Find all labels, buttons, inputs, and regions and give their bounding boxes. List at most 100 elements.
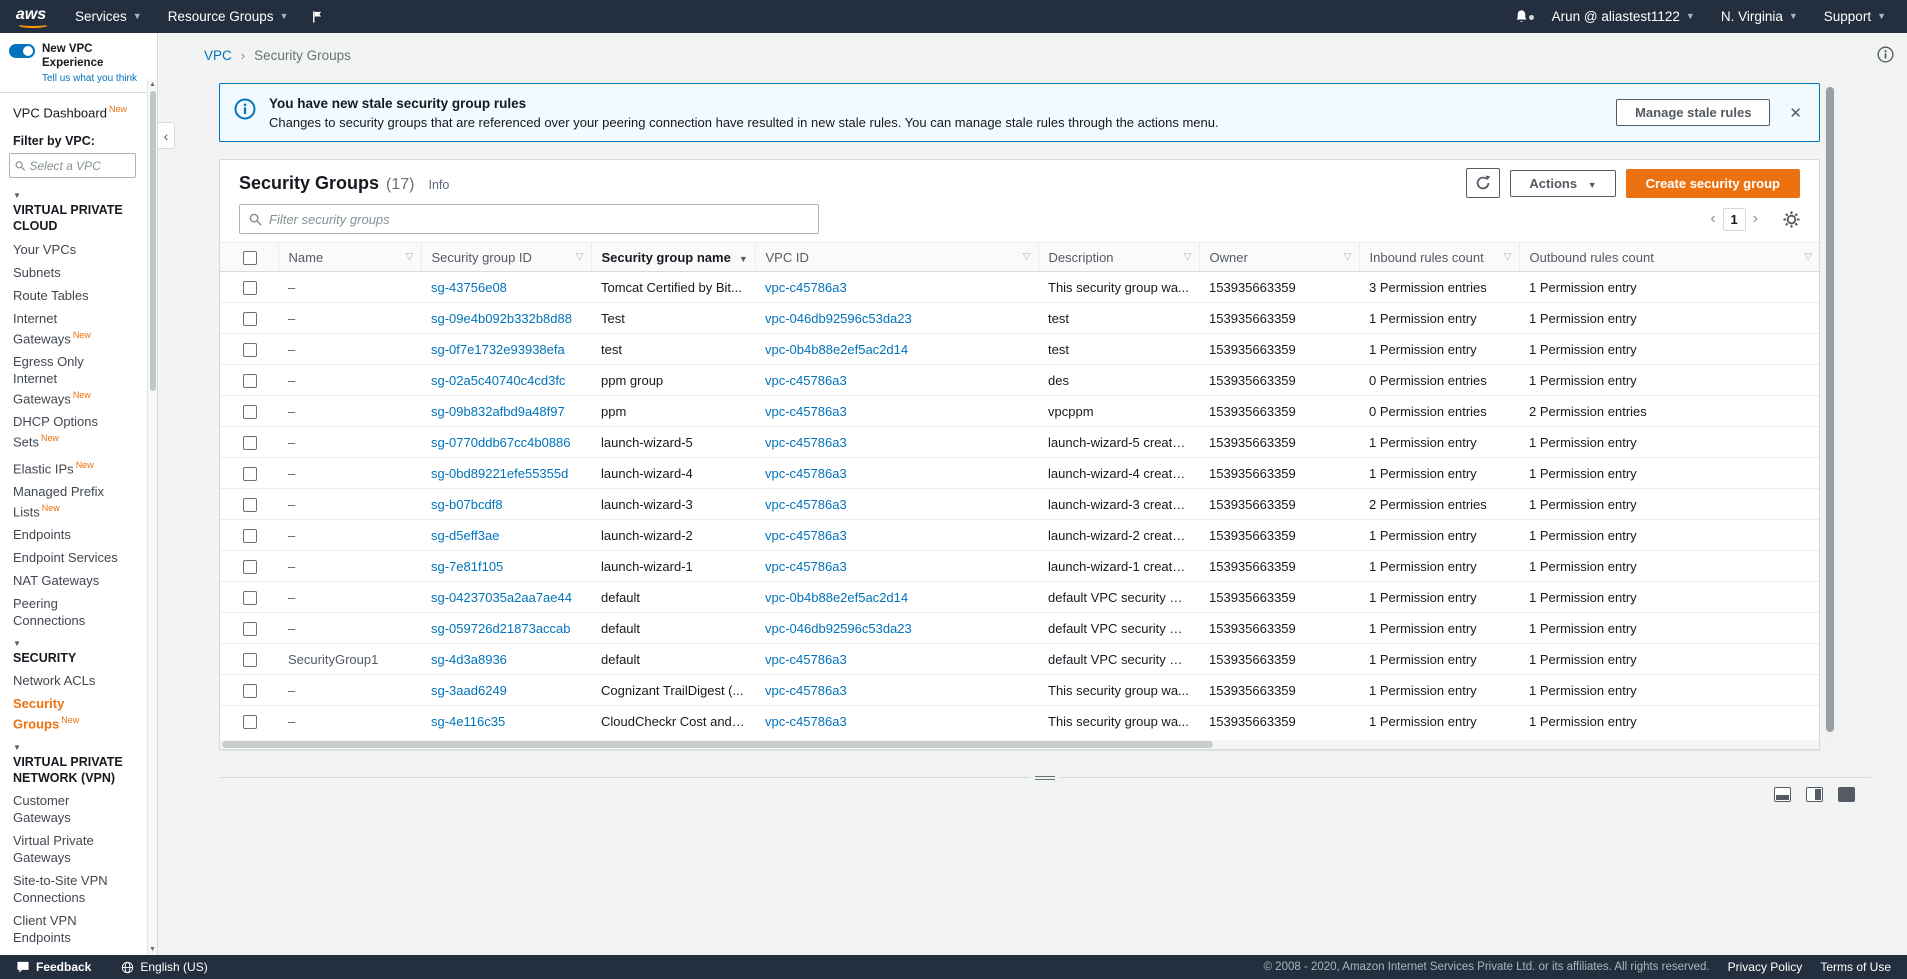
column-filter-icon[interactable]: ▽ <box>406 252 414 263</box>
section-collapse-icon[interactable]: ▼ <box>0 188 148 200</box>
security-group-id-link[interactable]: sg-4d3a8936 <box>431 652 507 667</box>
security-group-id-link[interactable]: sg-0f7e1732e93938efa <box>431 342 565 357</box>
actions-dropdown-button[interactable]: Actions ▼ <box>1510 170 1615 197</box>
column-header-outbound-rules-count[interactable]: Outbound rules count▽ <box>1519 243 1819 272</box>
table-filter-box[interactable] <box>239 204 819 234</box>
sidebar-item-security-groups[interactable]: Security GroupsNew <box>0 692 148 735</box>
row-checkbox[interactable] <box>243 560 257 574</box>
help-panel-button[interactable] <box>1877 46 1894 68</box>
next-page-icon[interactable]: › <box>1746 210 1765 228</box>
row-checkbox[interactable] <box>243 281 257 295</box>
sidebar-item-endpoint-services[interactable]: Endpoint Services <box>0 546 148 569</box>
sidebar-item-vpc-dashboard[interactable]: VPC DashboardNew <box>0 93 148 122</box>
security-group-id-link[interactable]: sg-4e116c35 <box>431 714 505 729</box>
sidebar-item-customer-gateways[interactable]: Customer Gateways <box>0 789 148 829</box>
security-group-id-link[interactable]: sg-02a5c40740c4cd3fc <box>431 373 565 388</box>
row-checkbox[interactable] <box>243 405 257 419</box>
refresh-button[interactable] <box>1466 168 1500 198</box>
security-group-id-link[interactable]: sg-059726d21873accab <box>431 621 571 636</box>
info-link[interactable]: Info <box>429 178 450 192</box>
column-filter-icon[interactable]: ▽ <box>576 252 584 263</box>
security-group-id-link[interactable]: sg-43756e08 <box>431 280 507 295</box>
sidebar-item-elastic-ips[interactable]: Elastic IPsNew <box>0 454 148 480</box>
section-collapse-icon[interactable]: ▼ <box>0 636 148 648</box>
security-group-id-link[interactable]: sg-09e4b092b332b8d88 <box>431 311 572 326</box>
security-group-id-link[interactable]: sg-3aad6249 <box>431 683 507 698</box>
column-header-inbound-rules-count[interactable]: Inbound rules count▽ <box>1359 243 1519 272</box>
current-page-button[interactable]: 1 <box>1723 208 1746 231</box>
vpc-id-link[interactable]: vpc-c45786a3 <box>765 497 847 512</box>
split-panel-hide-icon[interactable] <box>1838 787 1855 802</box>
security-group-id-link[interactable]: sg-d5eff3ae <box>431 528 499 543</box>
vpc-filter-input[interactable] <box>29 159 130 173</box>
column-filter-icon[interactable]: ▽ <box>1504 252 1512 263</box>
row-checkbox[interactable] <box>243 498 257 512</box>
scrollbar-thumb[interactable] <box>150 91 156 391</box>
security-group-id-link[interactable]: sg-09b832afbd9a48f97 <box>431 404 565 419</box>
row-checkbox[interactable] <box>243 529 257 543</box>
vpc-id-link[interactable]: vpc-c45786a3 <box>765 683 847 698</box>
experience-subtitle[interactable]: Tell us what you think <box>42 73 142 84</box>
previous-page-icon[interactable]: ‹ <box>1703 210 1722 228</box>
sidebar-item-endpoints[interactable]: Endpoints <box>0 523 148 546</box>
vpc-id-link[interactable]: vpc-c45786a3 <box>765 404 847 419</box>
sidebar-item-internet-gateways[interactable]: Internet GatewaysNew <box>0 307 148 350</box>
row-checkbox[interactable] <box>243 684 257 698</box>
split-panel-side-icon[interactable] <box>1806 787 1823 802</box>
column-filter-icon[interactable]: ▽ <box>1344 252 1352 263</box>
column-filter-icon[interactable]: ▽ <box>1023 252 1031 263</box>
sidebar-item-peering-connections[interactable]: Peering Connections <box>0 592 148 632</box>
row-checkbox[interactable] <box>243 312 257 326</box>
aws-logo[interactable]: aws <box>0 6 62 27</box>
column-header-security-group-id[interactable]: Security group ID▽ <box>421 243 591 272</box>
sidebar-item-dhcp-options-sets[interactable]: DHCP Options SetsNew <box>0 410 148 453</box>
privacy-policy-link[interactable]: Privacy Policy <box>1728 960 1803 974</box>
vpc-id-link[interactable]: vpc-0b4b88e2ef5ac2d14 <box>765 342 908 357</box>
column-header-security-group-name[interactable]: Security group name▼ <box>591 243 755 272</box>
notifications-button[interactable] <box>1504 9 1539 24</box>
security-group-id-link[interactable]: sg-0770ddb67cc4b0886 <box>431 435 571 450</box>
horizontal-scrollbar[interactable] <box>220 740 1819 749</box>
split-panel-bottom-icon[interactable] <box>1774 787 1791 802</box>
breadcrumb-vpc-link[interactable]: VPC <box>204 48 232 63</box>
vpc-id-link[interactable]: vpc-c45786a3 <box>765 280 847 295</box>
sidebar-item-egress-only-internet-gateways[interactable]: Egress Only Internet GatewaysNew <box>0 350 148 410</box>
split-panel-drag-handle[interactable] <box>1030 773 1060 782</box>
vpc-id-link[interactable]: vpc-c45786a3 <box>765 714 847 729</box>
row-checkbox[interactable] <box>243 343 257 357</box>
pin-shortcut-button[interactable] <box>301 0 334 33</box>
services-menu[interactable]: Services ▼ <box>62 0 155 33</box>
region-menu[interactable]: N. Virginia ▼ <box>1708 0 1811 33</box>
row-checkbox[interactable] <box>243 374 257 388</box>
vpc-id-link[interactable]: vpc-c45786a3 <box>765 528 847 543</box>
sidebar-item-managed-prefix-lists[interactable]: Managed Prefix ListsNew <box>0 480 148 523</box>
row-checkbox[interactable] <box>243 436 257 450</box>
row-checkbox[interactable] <box>243 591 257 605</box>
vpc-id-link[interactable]: vpc-c45786a3 <box>765 559 847 574</box>
security-group-id-link[interactable]: sg-7e81f105 <box>431 559 503 574</box>
column-header-name[interactable]: Name▽ <box>278 243 421 272</box>
experience-toggle[interactable] <box>9 44 35 58</box>
row-checkbox[interactable] <box>243 715 257 729</box>
security-group-id-link[interactable]: sg-b07bcdf8 <box>431 497 503 512</box>
vpc-id-link[interactable]: vpc-c45786a3 <box>765 466 847 481</box>
banner-close-icon[interactable]: ✕ <box>1786 104 1805 122</box>
column-filter-icon[interactable]: ▽ <box>1184 252 1192 263</box>
row-checkbox[interactable] <box>243 653 257 667</box>
section-collapse-icon[interactable]: ▼ <box>0 953 148 955</box>
column-header-vpc-id[interactable]: VPC ID▽ <box>755 243 1038 272</box>
security-group-id-link[interactable]: sg-04237035a2aa7ae44 <box>431 590 572 605</box>
sidebar-item-site-to-site-vpn-connections[interactable]: Site-to-Site VPN Connections <box>0 869 148 909</box>
scroll-up-icon[interactable]: ▲ <box>149 79 156 90</box>
vpc-id-link[interactable]: vpc-0b4b88e2ef5ac2d14 <box>765 590 908 605</box>
row-checkbox[interactable] <box>243 467 257 481</box>
column-header-owner[interactable]: Owner▽ <box>1199 243 1359 272</box>
sidebar-item-your-vpcs[interactable]: Your VPCs <box>0 238 148 261</box>
sidebar-scrollbar[interactable]: ▲ ▼ <box>147 79 157 955</box>
vpc-id-link[interactable]: vpc-c45786a3 <box>765 652 847 667</box>
section-collapse-icon[interactable]: ▼ <box>0 740 148 752</box>
terms-of-use-link[interactable]: Terms of Use <box>1820 960 1891 974</box>
resource-groups-menu[interactable]: Resource Groups ▼ <box>155 0 302 33</box>
sidebar-item-route-tables[interactable]: Route Tables <box>0 284 148 307</box>
vpc-filter-box[interactable] <box>9 153 136 178</box>
